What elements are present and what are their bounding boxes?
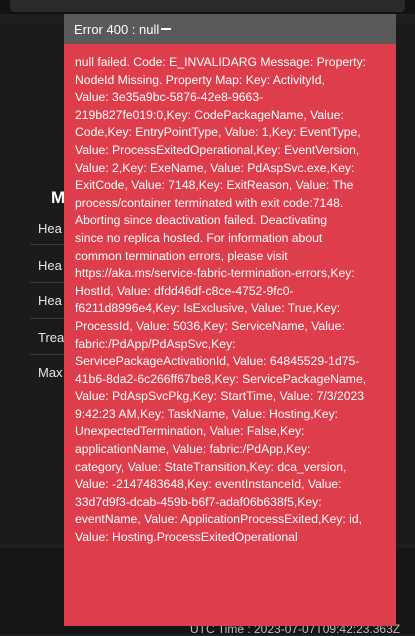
message-line: null failed. Code: E_INVALIDARG Message:… bbox=[75, 55, 367, 69]
message-line: fabric:/PdApp/PdAspSvc,Key: bbox=[75, 336, 236, 351]
toast-header: Error 400 : null bbox=[64, 14, 396, 44]
message-line: ExitCode, Value: 7148,Key: ExitReason, V… bbox=[75, 178, 354, 193]
message-line: f6211d8996e4,Key: IsExclusive, Value: Tr… bbox=[75, 301, 341, 316]
message-line: common termination errors, please visit bbox=[75, 248, 288, 263]
message-line: ServicePackageActivationId, Value: 64845… bbox=[75, 354, 360, 369]
message-line: Value: 2,Key: ExeName, Value: PdAspSvc.e… bbox=[75, 160, 355, 175]
message-line: 33d7d9f3-dcab-459b-b6f7-adaf06b638f5,Key… bbox=[75, 494, 322, 509]
message-line: Value: -2147483648,Key: eventInstanceId,… bbox=[75, 477, 342, 492]
message-line: Value: Hosting.ProcessExitedOperational bbox=[75, 530, 298, 545]
error-toast[interactable]: Error 400 : null null failed. Code: E_IN… bbox=[64, 14, 396, 626]
top-card bbox=[10, 0, 405, 12]
message-line: since no replica hosted. For information… bbox=[75, 230, 323, 245]
message-line: UnexpectedTermination, Value: False,Key: bbox=[75, 424, 305, 439]
message-line: https://aka.ms/service-fabric-terminatio… bbox=[75, 266, 355, 281]
message-line: process/container terminated with exit c… bbox=[75, 195, 344, 210]
message-line: 9:42:23 AM,Key: TaskName, Value: Hosting… bbox=[75, 406, 339, 421]
message-line: 41b6-8da2-6c266ff67be8,Key: ServicePacka… bbox=[75, 371, 367, 386]
toast-message: null failed. Code: E_INVALIDARG Message:… bbox=[64, 44, 396, 547]
background-right-edge bbox=[395, 24, 415, 544]
message-line: Value: PdAspSvcPkg,Key: StartTime, Value… bbox=[75, 389, 365, 404]
message-line: applicationName, Value: fabric:/PdApp,Ke… bbox=[75, 442, 311, 457]
message-line: ProcessId, Value: 5036,Key: ServiceName,… bbox=[75, 318, 345, 333]
toast-title: Error 400 : null bbox=[74, 21, 160, 37]
message-line: Aborting since deactivation failed. Deac… bbox=[75, 213, 328, 228]
message-line: Value: ProcessExitedOperational,Key: Eve… bbox=[75, 142, 360, 157]
message-line: HostId, Value: dfdd46df-c8ce-4752-9fc0- bbox=[75, 283, 294, 298]
message-line: Value: 3e35a9bc-5876-42e8-9663- bbox=[75, 90, 264, 105]
message-line: NodeId Missing. Property Map: Key: Activ… bbox=[75, 72, 325, 87]
message-line: eventName, Value: ApplicationProcessExit… bbox=[75, 512, 363, 527]
close-icon[interactable] bbox=[161, 28, 172, 30]
message-line: category, Value: StateTransition,Key: dc… bbox=[75, 459, 347, 474]
message-line: 219b827fe019:0,Key: CodePackageName, Val… bbox=[75, 107, 344, 122]
message-line: Code,Key: EntryPointType, Value: 1,Key: … bbox=[75, 125, 361, 140]
